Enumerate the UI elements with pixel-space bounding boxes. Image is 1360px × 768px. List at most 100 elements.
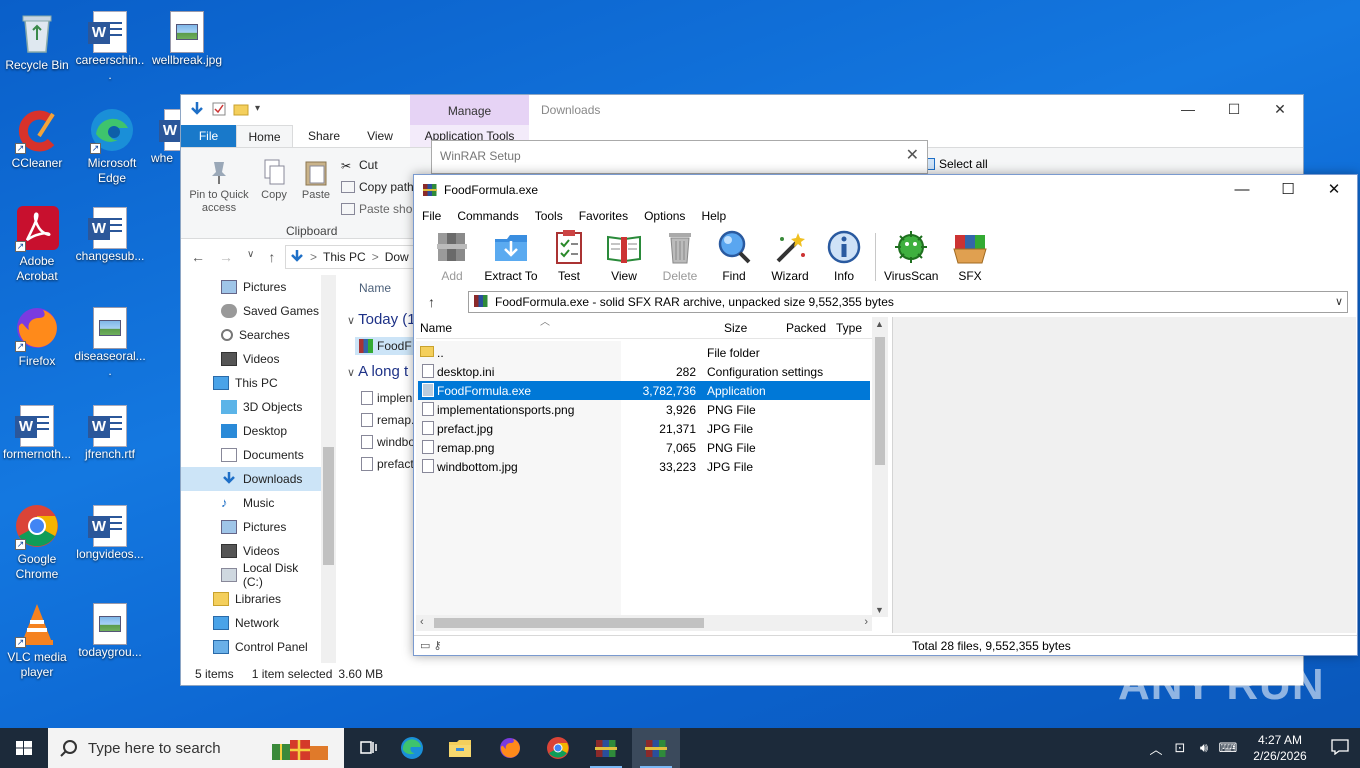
group-long-time-ago[interactable]: ∨ A long t [347, 363, 408, 380]
taskbar-edge[interactable] [388, 728, 436, 768]
taskbar-winrar-setup[interactable] [582, 728, 630, 768]
info-panel-horizontal-scrollbar[interactable] [893, 615, 1339, 631]
paste-button[interactable]: Paste [299, 158, 333, 202]
archive-row-parent[interactable]: .. File folder [418, 343, 870, 362]
input-method-icon[interactable]: ⌨︎ [1216, 740, 1240, 756]
up-folder-icon[interactable]: ↑ [428, 294, 435, 310]
customize-qat-icon[interactable]: ▾ [255, 101, 265, 117]
desktop-icon-vlc[interactable]: ↗ VLC media player [0, 600, 74, 680]
menu-help[interactable]: Help [693, 207, 734, 225]
file-row[interactable]: windbo [361, 435, 415, 449]
paste-shortcut-button[interactable]: Paste shor [341, 202, 416, 216]
scrollbar-thumb[interactable] [434, 618, 704, 628]
find-button[interactable]: Find [714, 229, 754, 283]
archive-vertical-scrollbar[interactable]: ▲ ▼ [872, 317, 888, 617]
scrollbar-thumb[interactable] [323, 447, 334, 565]
archive-row[interactable]: prefact.jpg 21,371 JPG File [418, 419, 870, 438]
close-icon[interactable]: ✕ [906, 145, 919, 165]
winrar-window[interactable]: FoodFormula.exe — ☐ ✕ File Commands Tool… [413, 174, 1358, 656]
select-all-button[interactable]: Select all [923, 157, 988, 171]
nav-pane-scrollbar[interactable] [321, 275, 336, 663]
task-view-button[interactable] [344, 728, 392, 768]
maximize-icon[interactable]: ☐ [1265, 175, 1311, 205]
pin-to-quick-access-button[interactable]: Pin to Quick access [187, 158, 251, 215]
nav-item-control-panel[interactable]: Control Panel [181, 635, 321, 659]
info-button[interactable]: Info [824, 229, 864, 283]
menu-tools[interactable]: Tools [527, 207, 571, 225]
nav-item-searches[interactable]: Searches [181, 323, 321, 347]
nav-item-pictures[interactable]: Pictures [181, 275, 321, 299]
desktop-icon-acrobat[interactable]: ↗ Adobe Acrobat [0, 204, 74, 284]
add-button[interactable]: Add [432, 229, 472, 283]
scroll-down-icon[interactable]: ▼ [875, 605, 884, 615]
file-row-foodformula[interactable]: FoodF [355, 337, 416, 355]
nav-item-libraries[interactable]: Libraries [181, 587, 321, 611]
menu-file[interactable]: File [414, 207, 449, 225]
close-icon[interactable]: ✕ [1257, 95, 1303, 125]
wizard-button[interactable]: Wizard [768, 229, 812, 283]
desktop-icon-changesub[interactable]: W changesub... [73, 204, 147, 264]
new-folder-icon[interactable] [233, 101, 249, 117]
up-arrow-icon[interactable]: ↑ [268, 249, 275, 265]
nav-item-downloads[interactable]: Downloads [181, 467, 321, 491]
column-header-size[interactable]: Size [724, 321, 747, 335]
tab-view[interactable]: View [353, 125, 407, 147]
desktop-icon-recycle-bin[interactable]: Recycle Bin [0, 8, 74, 73]
nav-item-local-disk[interactable]: Local Disk (C:) [181, 561, 321, 589]
taskbar-firefox[interactable] [486, 728, 534, 768]
desktop-icon-jfrench[interactable]: W jfrench.rtf [73, 402, 147, 462]
notifications-icon[interactable] [1320, 738, 1360, 758]
taskbar-chrome[interactable] [534, 728, 582, 768]
desktop-icon-wellbreak[interactable]: wellbreak.jpg [150, 8, 224, 68]
archive-horizontal-scrollbar[interactable]: ‹ › [416, 615, 872, 631]
tab-file[interactable]: File [181, 125, 236, 147]
tab-share[interactable]: Share [297, 125, 351, 147]
chevron-down-icon[interactable]: ∨ [1335, 295, 1343, 308]
virusscan-button[interactable]: VirusScan [884, 229, 938, 283]
nav-item-music[interactable]: ♪ Music [181, 491, 321, 515]
menu-options[interactable]: Options [636, 207, 693, 225]
archive-path-box[interactable]: FoodFormula.exe - solid SFX RAR archive,… [468, 291, 1348, 313]
menu-favorites[interactable]: Favorites [571, 207, 636, 225]
archive-row[interactable]: implementationsports.png 3,926 PNG File [418, 400, 870, 419]
file-row[interactable]: remap. [361, 413, 414, 427]
column-header-name[interactable]: Name [420, 321, 452, 335]
clock[interactable]: 4:27 AM 2/26/2026 [1240, 732, 1320, 764]
column-header-name[interactable]: Name [359, 281, 391, 295]
nav-item-documents[interactable]: Documents [181, 443, 321, 467]
desktop-icon-edge[interactable]: ↗ Microsoft Edge [75, 106, 149, 186]
column-header-packed[interactable]: Packed [786, 321, 826, 335]
network-icon[interactable]: ⊡ [1168, 740, 1192, 756]
column-header-type[interactable]: Type [836, 321, 862, 335]
recent-locations-icon[interactable]: ∨ [247, 249, 254, 265]
view-button[interactable]: View [602, 229, 646, 283]
maximize-icon[interactable]: ☐ [1211, 95, 1257, 125]
sfx-button[interactable]: SFX [950, 229, 990, 283]
winrar-setup-dialog[interactable]: WinRAR Setup ✕ [431, 140, 928, 174]
nav-item-pictures-pc[interactable]: Pictures [181, 515, 321, 539]
group-today[interactable]: ∨ Today (1 [347, 311, 416, 328]
desktop-icon-firefox[interactable]: ↗ Firefox [0, 304, 74, 369]
desktop-icon-ccleaner[interactable]: ↗ CCleaner [0, 106, 74, 171]
forward-arrow-icon[interactable]: → [219, 249, 233, 265]
explorer-titlebar[interactable]: ▾ Manage Downloads — ☐ ✕ [181, 95, 1303, 125]
minimize-icon[interactable]: — [1219, 175, 1265, 205]
downloads-arrow-icon[interactable] [189, 101, 205, 117]
properties-icon[interactable] [211, 101, 227, 117]
scroll-right-icon[interactable]: › [864, 616, 868, 628]
archive-row[interactable]: desktop.ini 282 Configuration settings [418, 362, 870, 381]
tab-home[interactable]: Home [236, 125, 293, 147]
nav-item-videos[interactable]: Videos [181, 347, 321, 371]
taskbar-file-explorer[interactable] [436, 728, 484, 768]
start-button[interactable] [0, 728, 48, 768]
copy-path-button[interactable]: Copy path [341, 180, 414, 194]
nav-item-desktop[interactable]: Desktop [181, 419, 321, 443]
desktop-icon-todaygrou[interactable]: todaygrou... [73, 600, 147, 660]
desktop-icon-formernoth[interactable]: W formernoth... [0, 402, 74, 462]
file-row[interactable]: prefact [361, 457, 414, 471]
desktop-icon-chrome[interactable]: ↗ Google Chrome [0, 502, 74, 582]
archive-row-selected[interactable]: FoodFormula.exe 3,782,736 Application [418, 381, 870, 400]
info-panel-vertical-scrollbar[interactable] [1339, 317, 1355, 617]
back-arrow-icon[interactable]: ← [191, 249, 205, 265]
minimize-icon[interactable]: — [1165, 95, 1211, 125]
